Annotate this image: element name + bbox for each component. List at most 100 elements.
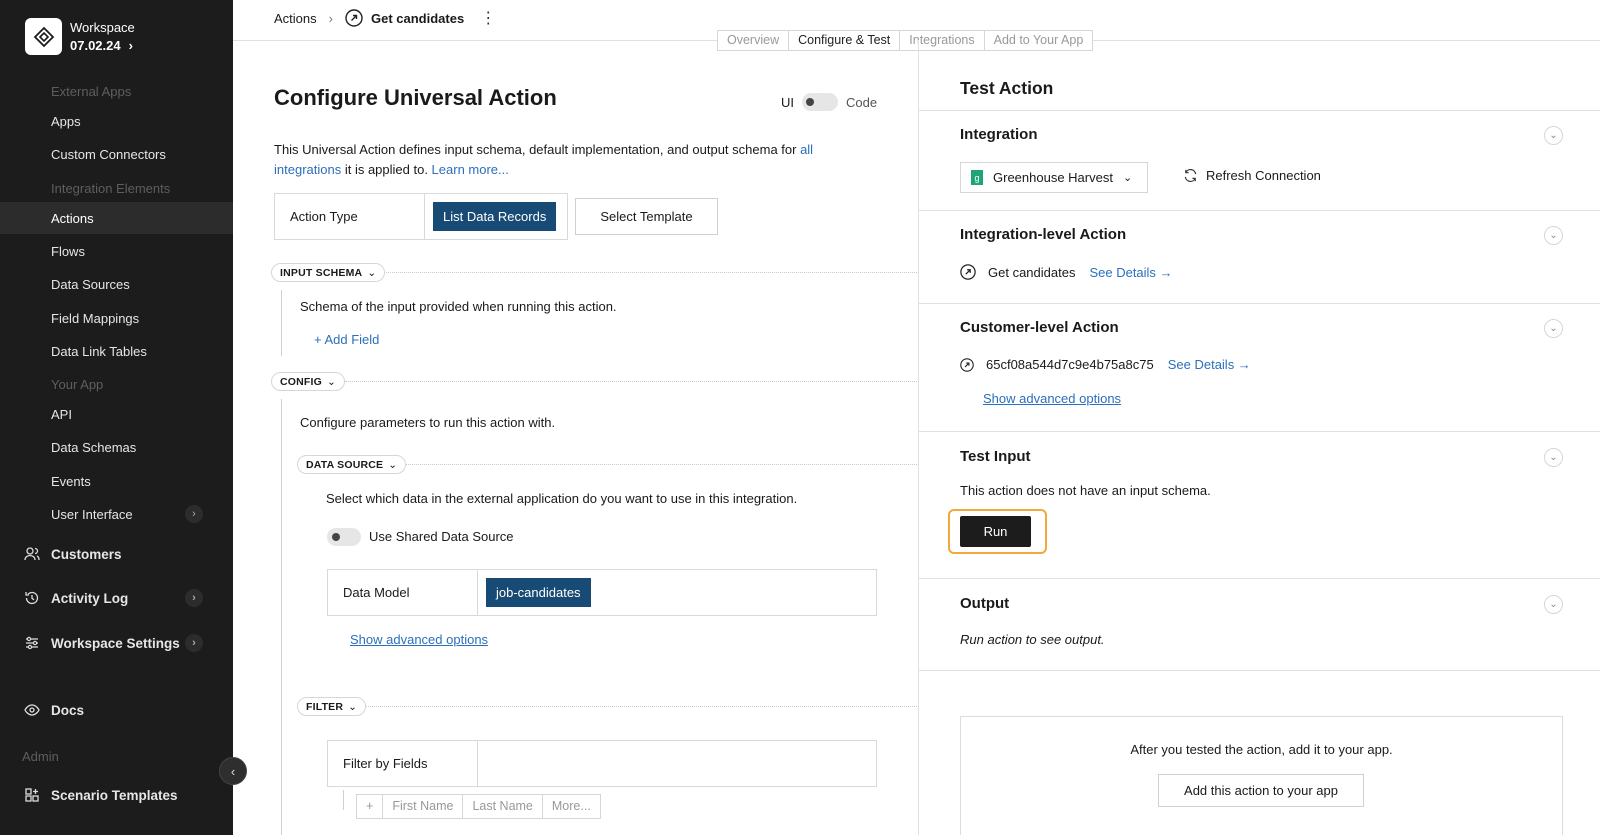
sidebar-item-label: User Interface (51, 506, 133, 522)
refresh-label: Refresh Connection (1206, 168, 1321, 183)
chevron-down-icon[interactable]: ⌄ (1544, 126, 1563, 145)
add-field-button[interactable]: + Add Field (314, 332, 379, 347)
ui-code-toggle[interactable] (802, 93, 838, 111)
action-type-label: Action Type (275, 194, 425, 239)
integration-level-heading: Integration-level Action (960, 226, 1127, 243)
action-type-value[interactable]: List Data Records (433, 202, 557, 231)
divider (403, 464, 917, 465)
tree-line (281, 290, 282, 356)
sidebar-item-events[interactable]: Events (0, 465, 233, 497)
tab-configure-test[interactable]: Configure & Test (789, 31, 901, 50)
sidebar-item-field-mappings[interactable]: Field Mappings (0, 302, 233, 334)
data-model-field: Data Model job-candidates (327, 569, 877, 616)
refresh-connection-button[interactable]: Refresh Connection (1183, 168, 1321, 183)
show-advanced-options-link[interactable]: Show advanced options (983, 391, 1121, 406)
sidebar-item-apps[interactable]: Apps (0, 105, 233, 137)
workspace-name: Workspace (70, 19, 135, 35)
sidebar-item-actions[interactable]: Actions (0, 202, 233, 234)
integration-level-action-row: Get candidates See Details → (960, 264, 1173, 280)
section-admin: Admin (22, 749, 59, 764)
customer-level-action-id: 65cf08a544d7c9e4b75a8c75 (986, 357, 1154, 372)
run-button[interactable]: Run (960, 516, 1031, 547)
field-chip-more[interactable]: More... (543, 795, 600, 818)
code-label: Code (846, 94, 878, 110)
data-model-value[interactable]: job-candidates (486, 578, 591, 607)
action-arrow-icon (960, 357, 974, 372)
description-text: This Universal Action defines input sche… (274, 142, 801, 157)
config-desc: Configure parameters to run this action … (300, 415, 556, 430)
add-action-to-app-button[interactable]: Add this action to your app (1158, 774, 1364, 807)
action-description: This Universal Action defines input sche… (274, 140, 854, 180)
tree-line (343, 790, 344, 810)
greenhouse-icon: g (971, 170, 983, 185)
divider (919, 578, 1600, 579)
sidebar-item-label: Data Link Tables (51, 343, 147, 359)
divider (919, 110, 1600, 111)
filter-chip[interactable]: FILTER ⌄ (297, 697, 367, 716)
test-action-panel: Test Action Integration ⌄ g Greenhouse H… (918, 40, 1600, 835)
customer-level-action-row: 65cf08a544d7c9e4b75a8c75 See Details → (960, 357, 1251, 372)
chevron-right-icon: › (185, 589, 203, 607)
ui-label: UI (781, 94, 794, 110)
chevron-right-icon: › (328, 10, 333, 26)
workspace-logo-icon (25, 18, 62, 55)
integration-select[interactable]: g Greenhouse Harvest ⌄ (960, 162, 1148, 193)
chevron-right-icon: › (185, 505, 203, 523)
sidebar-item-api[interactable]: API (0, 398, 233, 430)
field-chip-last-name[interactable]: Last Name (463, 795, 543, 818)
divider (919, 670, 1600, 671)
config-chip[interactable]: CONFIG ⌄ (271, 372, 346, 391)
tab-overview[interactable]: Overview (718, 31, 790, 50)
sidebar-item-workspace-settings[interactable]: Workspace Settings › (0, 627, 233, 659)
breadcrumb-current: Get candidates (370, 10, 465, 26)
chevron-down-icon[interactable]: ⌄ (1544, 448, 1563, 467)
field-chip-first-name[interactable]: First Name (383, 795, 464, 818)
data-model-label: Data Model (328, 570, 478, 615)
show-advanced-options-link[interactable]: Show advanced options (350, 632, 488, 647)
description-text-2: it is applied to. (341, 162, 432, 177)
refresh-icon (1184, 169, 1197, 182)
chevron-down-icon[interactable]: ⌄ (1544, 319, 1563, 338)
sidebar-item-customers[interactable]: Customers (0, 538, 233, 570)
sidebar-item-label: Data Schemas (51, 439, 137, 455)
chevron-down-icon[interactable]: ⌄ (1544, 595, 1563, 614)
use-shared-data-source-toggle[interactable] (327, 528, 361, 546)
sidebar-item-custom-connectors[interactable]: Custom Connectors (0, 138, 233, 170)
sidebar-item-docs[interactable]: Docs (0, 694, 233, 726)
filter-by-fields-field: Filter by Fields (327, 740, 877, 787)
more-options-icon[interactable]: ⋮ (480, 8, 496, 28)
sidebar-item-label: Flows (51, 243, 85, 259)
section-external-apps: External Apps (51, 84, 132, 99)
sidebar-item-data-link-tables[interactable]: Data Link Tables (0, 335, 233, 367)
breadcrumb-root[interactable]: Actions (274, 11, 317, 26)
collapse-sidebar-button[interactable]: ‹ (219, 757, 247, 785)
sidebar-item-activity-log[interactable]: Activity Log › (0, 582, 233, 614)
sidebar-item-user-interface[interactable]: User Interface › (0, 498, 233, 530)
sidebar-item-label: Docs (51, 702, 85, 718)
sidebar-item-flows[interactable]: Flows (0, 235, 233, 267)
divider (380, 272, 917, 273)
see-details-link[interactable]: See Details → (1089, 265, 1172, 280)
learn-more-link[interactable]: Learn more... (432, 162, 509, 177)
add-filter-field-button[interactable]: + (357, 795, 384, 818)
integration-level-action-name: Get candidates (988, 264, 1076, 280)
chevron-down-icon[interactable]: ⌄ (1544, 226, 1563, 245)
sidebar-item-data-schemas[interactable]: Data Schemas (0, 431, 233, 463)
chip-label: FILTER (306, 700, 344, 713)
page-title: Configure Universal Action (274, 85, 557, 110)
input-schema-chip[interactable]: INPUT SCHEMA ⌄ (271, 263, 386, 282)
chip-label: DATA SOURCE (306, 458, 384, 471)
workspace-switcher[interactable]: Workspace 07.02.24 › (25, 18, 135, 55)
divider (364, 706, 917, 707)
data-source-chip[interactable]: DATA SOURCE ⌄ (297, 455, 407, 474)
divider (345, 381, 917, 382)
output-heading: Output (960, 595, 1010, 612)
sidebar-item-scenario-templates[interactable]: Scenario Templates (0, 779, 233, 811)
eye-icon (24, 704, 40, 716)
sidebar-item-label: Custom Connectors (51, 146, 166, 162)
see-details-link[interactable]: See Details → (1168, 357, 1251, 372)
select-template-button[interactable]: Select Template (575, 198, 718, 235)
sidebar-item-data-sources[interactable]: Data Sources (0, 268, 233, 300)
chevron-right-icon: › (185, 634, 203, 652)
chevron-left-icon: ‹ (230, 763, 236, 779)
